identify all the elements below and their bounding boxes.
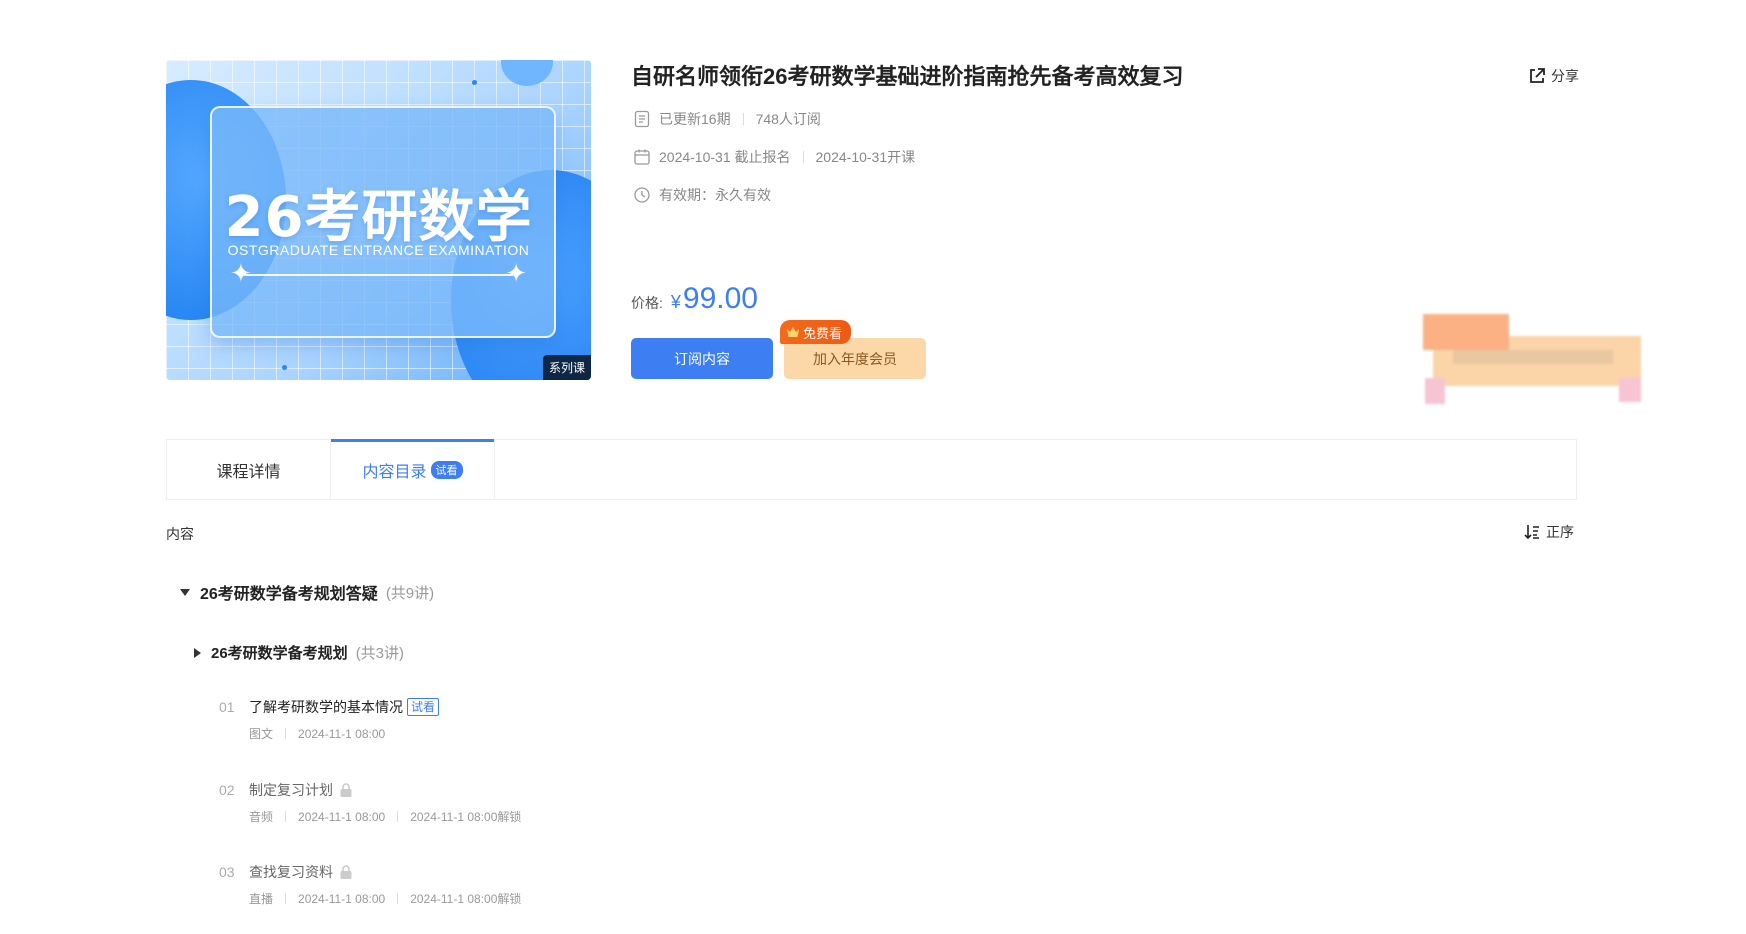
tab-catalog[interactable]: 内容目录 试看: [331, 439, 495, 499]
lesson-type: 图文: [249, 727, 274, 741]
price-value: ¥99.00: [671, 282, 758, 316]
divider: [742, 113, 744, 125]
caret-right-icon: [194, 647, 201, 658]
divider: [285, 893, 287, 904]
lesson-title: 制定复习计划: [249, 782, 333, 798]
lesson-time: 2024-11-1 08:00: [298, 891, 386, 906]
sort-icon: [1524, 525, 1539, 540]
tab-bar: 课程详情 内容目录 试看: [166, 439, 1577, 500]
sort-label: 正序: [1546, 524, 1574, 540]
lesson-type: 音频: [249, 810, 274, 824]
lesson-unlock: 2024-11-1 08:00解锁: [410, 810, 522, 824]
calendar-icon: [634, 149, 650, 165]
sparkle-icon: ✦: [505, 258, 527, 288]
lesson-number: 02: [219, 782, 235, 798]
tab-label: 内容目录: [362, 463, 427, 481]
validity-info: 有效期：永久有效: [633, 185, 771, 205]
sparkle-icon: ✦: [230, 258, 252, 288]
crown-icon: [787, 327, 799, 337]
date-info: 2024-10-31 截止报名 2024-10-31开课: [633, 147, 915, 167]
section-count: (共9讲): [385, 584, 435, 602]
subscribe-button[interactable]: 订阅内容: [631, 338, 773, 379]
validity-text: 有效期：永久有效: [659, 187, 771, 203]
subsection-name: 26考研数学备考规划: [211, 645, 348, 662]
lesson-title: 查找复习资料: [249, 864, 333, 880]
divider: [397, 811, 399, 822]
share-icon: [1530, 68, 1545, 83]
trial-tag: 试看: [407, 698, 440, 716]
cover-main-text: 26考研数学: [224, 185, 533, 250]
share-button[interactable]: 分享: [1528, 66, 1579, 86]
update-info: 已更新16期 748人订阅: [633, 109, 821, 129]
cover-divider: [244, 274, 513, 276]
divider: [397, 893, 399, 904]
content-label: 内容: [166, 526, 194, 542]
divider: [285, 811, 287, 822]
cover-dot: [282, 365, 287, 370]
join-vip-button[interactable]: 加入年度会员: [784, 338, 926, 379]
series-badge: 系列课: [542, 355, 591, 380]
share-label: 分享: [1551, 68, 1579, 84]
lesson-item[interactable]: 01 了解考研数学的基本情况 试看 图文 2024-11-1 08:00: [219, 697, 440, 742]
lesson-number: 01: [219, 699, 235, 715]
start-date: 2024-10-31开课: [815, 149, 916, 165]
free-badge-label: 免费看: [803, 325, 843, 341]
section-header[interactable]: 26考研数学备考规划答疑 (共9讲): [180, 580, 434, 604]
lesson-time: 2024-11-1 08:00: [298, 726, 386, 741]
tab-course-details[interactable]: 课程详情: [167, 440, 331, 499]
cover-sub-text: OSTGRADUATE ENTRANCE EXAMINATION: [227, 242, 530, 258]
lock-icon: [340, 783, 352, 797]
price-currency: ¥: [670, 292, 681, 312]
cover-dot: [472, 80, 477, 85]
signup-deadline: 2024-10-31 截止报名: [659, 149, 791, 165]
sort-button[interactable]: 正序: [1524, 522, 1574, 542]
course-title: 自研名师领衔26考研数学基础进阶指南抢先备考高效复习: [631, 64, 1184, 89]
free-watch-badge: 免费看: [780, 320, 852, 344]
section-name: 26考研数学备考规划答疑: [200, 586, 378, 603]
updated-count: 已更新16期: [659, 111, 731, 127]
lesson-title: 了解考研数学的基本情况: [249, 699, 403, 715]
lesson-item[interactable]: 02 制定复习计划 音频 2024-11-1 08:00 2024-11-1 0…: [219, 780, 521, 825]
trial-badge: 试看: [430, 460, 463, 479]
subsection-count: (共3讲): [355, 645, 405, 662]
clock-icon: [634, 187, 650, 203]
tab-label: 课程详情: [216, 463, 281, 481]
lesson-unlock: 2024-11-1 08:00解锁: [410, 892, 522, 906]
lesson-time: 2024-11-1 08:00: [298, 809, 386, 824]
lesson-number: 03: [219, 864, 235, 880]
lesson-item[interactable]: 03 查找复习资料 直播 2024-11-1 08:00 2024-11-1 0…: [219, 862, 521, 907]
lesson-type: 直播: [249, 892, 274, 906]
subscriber-count: 748人订阅: [755, 111, 821, 127]
divider: [285, 728, 287, 739]
price-label: 价格:: [631, 295, 663, 311]
course-cover: 26考研数学 OSTGRADUATE ENTRANCE EXAMINATION …: [166, 60, 591, 380]
redacted-image: [1423, 314, 1641, 404]
list-icon: [634, 110, 650, 128]
caret-down-icon: [180, 588, 190, 596]
price-amount: 99.00: [682, 282, 758, 315]
price: 价格: ¥99.00: [631, 282, 758, 316]
lock-icon: [340, 865, 352, 879]
divider: [802, 151, 804, 163]
subsection-header[interactable]: 26考研数学备考规划 (共3讲): [194, 642, 404, 663]
